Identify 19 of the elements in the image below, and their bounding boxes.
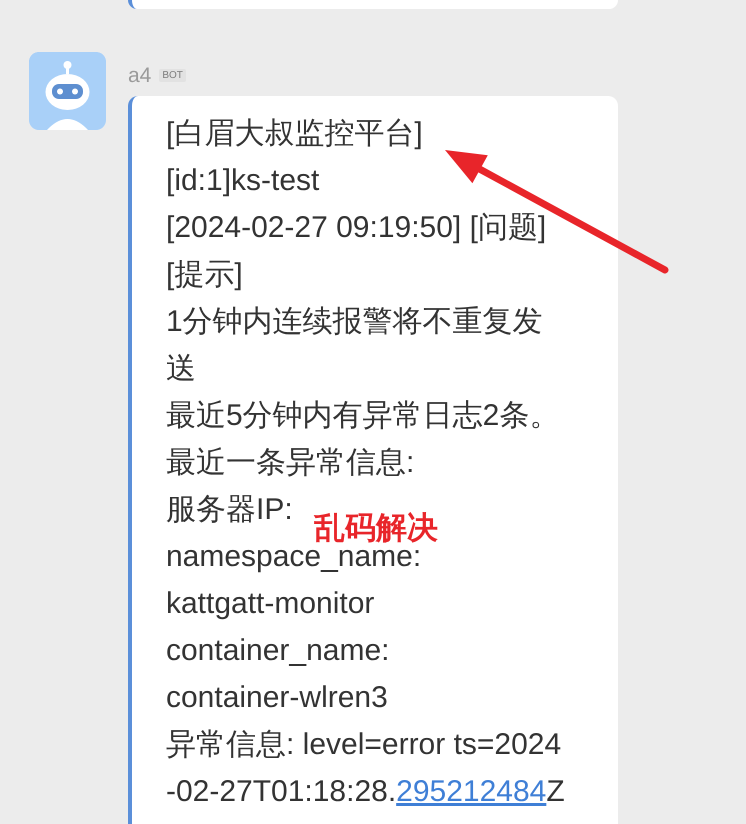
message-line: kattgatt-monitor (166, 586, 374, 622)
message-line: container-wlren3 (166, 680, 388, 716)
message-line: 服务器IP: (166, 492, 293, 528)
message-line: 最近一条异常信息: (166, 445, 414, 482)
message-text: Z (546, 775, 565, 808)
message-line: [提示] (166, 257, 243, 294)
message-line: container_name: (166, 633, 390, 670)
message-line: 异常信息: level=error ts=2024 (166, 727, 562, 764)
number-link[interactable]: 295212484 (396, 775, 546, 808)
message-line: 送 (166, 351, 196, 388)
message-line: [白眉大叔监控平台] (166, 116, 423, 152)
sender-name: a4 (128, 64, 152, 87)
bot-badge: BOT (159, 69, 186, 82)
robot-avatar-icon (29, 52, 106, 130)
message-line: [id:1]ks-test (166, 163, 320, 200)
message-line: 1分钟内连续报警将不重复发 (166, 304, 543, 340)
message-line: [2024-02-27 09:19:50] [问题] (166, 210, 546, 246)
message-line: 最近5分钟内有异常日志2条。 (166, 398, 560, 434)
message-text: -02-27T01:18:28. (166, 775, 396, 808)
